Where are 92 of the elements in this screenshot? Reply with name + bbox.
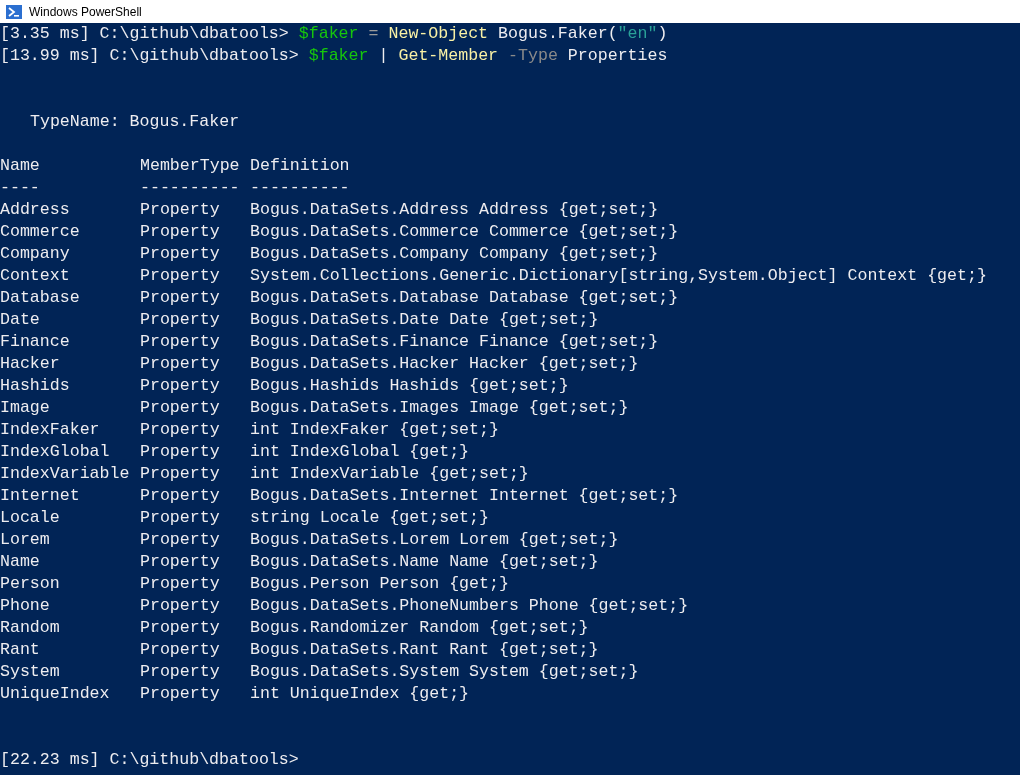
table-cell-text: Bogus.DataSets.Hacker Hacker {get;set;}	[250, 353, 640, 375]
table-cell-text: Property	[140, 463, 221, 485]
table-cell-text: Property	[140, 529, 221, 551]
variable-token: $faker	[298, 23, 359, 45]
header-underline: ----------	[250, 177, 351, 199]
table-cell-text: int IndexFaker {get;set;}	[250, 419, 500, 441]
table-cell-text: IndexVariable	[0, 463, 131, 485]
table-cell-text: Property	[140, 419, 221, 441]
operator-token: =	[368, 23, 379, 45]
header-underline: ----	[0, 177, 41, 199]
type-name: TypeName: Bogus.Faker	[30, 111, 240, 133]
table-cell-text: Bogus.Person Person {get;}	[250, 573, 510, 595]
table-cell-text: Bogus.Hashids Hashids {get;set;}	[250, 375, 570, 397]
table-cell-text: Phone	[0, 595, 51, 617]
table-cell-text: Property	[140, 639, 221, 661]
table-cell-text: UniqueIndex	[0, 683, 111, 705]
table-cell-text: Property	[140, 551, 221, 573]
table-cell-text: Property	[140, 397, 221, 419]
column-header: Definition	[250, 155, 351, 177]
powershell-icon	[6, 3, 22, 20]
command-token: Get-Member	[398, 45, 499, 67]
header-underline: ----------	[140, 177, 241, 199]
table-cell-text: Property	[140, 441, 221, 463]
table-cell-text: Property	[140, 661, 221, 683]
table-cell-text: Rant	[0, 639, 41, 661]
column-header: Name	[0, 155, 41, 177]
table-cell-text: Commerce	[0, 221, 81, 243]
table-cell-text: Bogus.DataSets.Name Name {get;set;}	[250, 551, 600, 573]
table-cell-text: Person	[0, 573, 61, 595]
table-cell-text: Property	[140, 617, 221, 639]
table-cell-text: Context	[0, 265, 71, 287]
prompt-text: [13.99 ms] C:\github\dbatools>	[0, 45, 299, 67]
argument-token: Bogus.Faker(	[498, 23, 618, 45]
table-cell-text: int IndexGlobal {get;}	[250, 441, 471, 463]
table-cell-text: Property	[140, 573, 221, 595]
table-cell-text: Bogus.Randomizer Random {get;set;}	[250, 617, 590, 639]
table-cell-text: Database	[0, 287, 81, 309]
table-cell-text: Name	[0, 551, 41, 573]
table-cell-text: Property	[140, 353, 221, 375]
table-cell-text: System	[0, 661, 61, 683]
table-cell-text: Bogus.DataSets.Internet Internet {get;set;}	[250, 485, 680, 507]
table-cell-text: IndexGlobal	[0, 441, 111, 463]
table-cell-text: Random	[0, 617, 61, 639]
table-cell-text: Property	[140, 243, 221, 265]
table-cell-text: Bogus.DataSets.Database Database {get;set;}	[250, 287, 680, 309]
table-cell-text: System.Collections.Generic.Dictionary[string,System.Object] Context {get;}	[250, 265, 988, 287]
table-cell-text: Property	[140, 595, 221, 617]
table-cell-text: int IndexVariable {get;set;}	[250, 463, 530, 485]
prompt-text: [22.23 ms] C:\github\dbatools>	[0, 749, 299, 771]
table-cell-text: Internet	[0, 485, 81, 507]
table-cell-text: Locale	[0, 507, 61, 529]
table-cell-text: Property	[140, 683, 221, 705]
table-cell-text: Bogus.DataSets.Finance Finance {get;set;}	[250, 331, 660, 353]
variable-token: $faker	[308, 45, 369, 67]
table-cell-text: Bogus.DataSets.Address Address {get;set;}	[250, 199, 660, 221]
table-cell-text: Hacker	[0, 353, 61, 375]
table-cell-text: Property	[140, 309, 221, 331]
table-cell-text: Finance	[0, 331, 71, 353]
table-cell-text: Image	[0, 397, 51, 419]
window-title: Windows PowerShell	[29, 4, 142, 19]
parameter-token: -Type	[508, 45, 558, 67]
table-cell-text: Lorem	[0, 529, 51, 551]
table-cell-text: Company	[0, 243, 71, 265]
table-cell-text: Property	[140, 331, 221, 353]
pipe-token: |	[378, 45, 389, 67]
table-cell-text: Address	[0, 199, 71, 221]
argument-token: )	[657, 23, 668, 45]
table-cell-text: string Locale {get;set;}	[250, 507, 490, 529]
table-cell-text: Bogus.DataSets.Images Image {get;set;}	[250, 397, 630, 419]
table-cell-text: Date	[0, 309, 41, 331]
table-cell-text: Bogus.DataSets.Lorem Lorem {get;set;}	[250, 529, 620, 551]
table-cell-text: Bogus.DataSets.Date Date {get;set;}	[250, 309, 600, 331]
table-cell-text: Bogus.DataSets.PhoneNumbers Phone {get;set;}	[250, 595, 690, 617]
table-cell-text: Bogus.DataSets.Rant Rant {get;set;}	[250, 639, 600, 661]
table-cell-text: Hashids	[0, 375, 71, 397]
table-cell-text: Property	[140, 485, 221, 507]
table-cell-text: Property	[140, 507, 221, 529]
table-cell-text: Bogus.DataSets.Company Company {get;set;}	[250, 243, 660, 265]
table-cell-text: Bogus.DataSets.Commerce Commerce {get;set;}	[250, 221, 680, 243]
table-cell-text: Property	[140, 287, 221, 309]
prompt-text: [3.35 ms] C:\github\dbatools>	[0, 23, 289, 45]
string-token: "en"	[617, 23, 658, 45]
argument-token: Properties	[567, 45, 668, 67]
table-cell-text: IndexFaker	[0, 419, 101, 441]
column-header: MemberType	[140, 155, 241, 177]
table-cell-text: Property	[140, 375, 221, 397]
table-cell-text: int UniqueIndex {get;}	[250, 683, 471, 705]
table-cell-text: Bogus.DataSets.System System {get;set;}	[250, 661, 640, 683]
command-token: New-Object	[388, 23, 489, 45]
table-cell-text: Property	[140, 221, 221, 243]
table-cell-text: Property	[140, 265, 221, 287]
table-cell-text: Property	[140, 199, 221, 221]
